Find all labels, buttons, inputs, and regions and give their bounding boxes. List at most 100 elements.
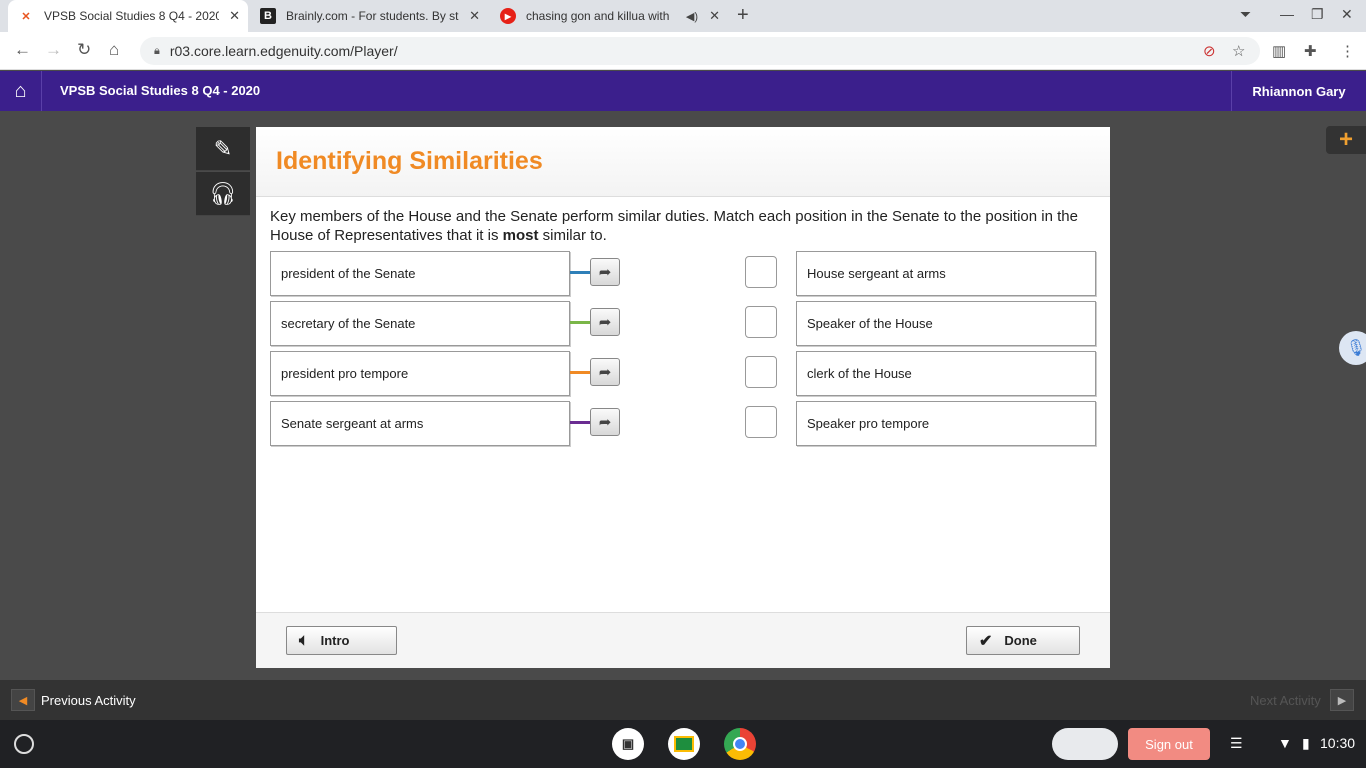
close-tab-icon[interactable]: ✕: [709, 8, 720, 24]
address-bar[interactable]: 🔒︎ r03.core.learn.edgenuity.com/Player/: [140, 37, 1260, 65]
match-connector: [570, 271, 590, 274]
tab-vpsb-social-studies[interactable]: ✕ VPSB Social Studies 8 Q4 - 2020 ✕: [8, 0, 248, 32]
os-shelf: ▣ Sign out ☰ ▼ ▮ 10:30: [0, 720, 1366, 768]
match-connector: [570, 421, 590, 424]
match-arrow-button[interactable]: ➦: [590, 258, 620, 286]
screen-capture-app-icon[interactable]: ▣: [612, 728, 644, 760]
house-item-sergeant-at-arms[interactable]: House sergeant at arms: [796, 251, 1096, 296]
curved-arrow-icon: ➦: [598, 414, 612, 431]
expand-tools-button[interactable]: +: [1326, 126, 1366, 154]
battery-icon[interactable]: ▮: [1302, 735, 1310, 752]
headphones-icon: 🎧︎: [209, 180, 237, 206]
match-connector: [570, 371, 590, 374]
minimize-icon[interactable]: —: [1280, 6, 1294, 22]
match-target-checkbox[interactable]: [745, 406, 777, 438]
reload-icon[interactable]: ↻: [77, 40, 91, 60]
youtube-icon: ▶: [500, 8, 516, 24]
plus-icon: +: [1338, 126, 1353, 153]
extensions-icon[interactable]: ✚: [1304, 42, 1317, 60]
tab-title: chasing gon and killua with: [526, 9, 670, 23]
tab-title: VPSB Social Studies 8 Q4 - 2020: [44, 9, 219, 23]
wifi-icon[interactable]: ▼: [1278, 735, 1292, 751]
senate-item-president[interactable]: president of the Senate: [270, 251, 570, 296]
google-classroom-icon[interactable]: [668, 728, 700, 760]
match-connector: [570, 321, 590, 324]
url-text: r03.core.learn.edgenuity.com/Player/: [169, 43, 398, 59]
curved-arrow-icon: ➦: [598, 264, 612, 281]
close-tab-icon[interactable]: ✕: [229, 8, 240, 24]
forward-icon[interactable]: →: [45, 40, 62, 60]
close-tab-icon[interactable]: ✕: [469, 8, 480, 24]
tab-brainly[interactable]: B Brainly.com - For students. By st ✕: [250, 0, 488, 32]
browser-toolbar: ← → ↻ ⌂ 🔒︎ r03.core.learn.edgenuity.com/…: [0, 32, 1366, 70]
browser-tab-strip: ✕ VPSB Social Studies 8 Q4 - 2020 ✕ B Br…: [0, 0, 1366, 32]
activity-nav-bar: ◀ Previous Activity Next Activity ▶: [0, 680, 1366, 720]
home-icon: ⌂: [14, 79, 27, 102]
done-button[interactable]: ✔ Done: [966, 626, 1080, 655]
right-triangle-icon: ▶: [1337, 694, 1347, 707]
match-arrow-button[interactable]: ➦: [590, 308, 620, 336]
activity-panel: Identifying Similarities Key members of …: [256, 127, 1110, 668]
match-target-checkbox[interactable]: [745, 256, 777, 288]
senate-item-president-pro-tempore[interactable]: president pro tempore: [270, 351, 570, 396]
left-triangle-icon: ◀: [18, 694, 28, 707]
clipboard-icon[interactable]: ☰: [1230, 735, 1243, 752]
next-activity-label[interactable]: Next Activity: [1250, 693, 1321, 708]
activity-title: Identifying Similarities: [276, 147, 543, 175]
previous-activity-button[interactable]: ◀: [11, 689, 35, 711]
house-item-speaker[interactable]: Speaker of the House: [796, 301, 1096, 346]
microphone-icon: 🎙︎: [1345, 340, 1366, 357]
close-window-icon[interactable]: ✕: [1341, 6, 1353, 23]
curved-arrow-icon: ➦: [598, 314, 612, 331]
tab-youtube[interactable]: ▶ chasing gon and killua with ◀) ✕: [490, 0, 728, 32]
sign-out-button[interactable]: Sign out: [1128, 728, 1210, 760]
window-preview-thumbnail[interactable]: [1052, 728, 1118, 760]
audio-playing-icon[interactable]: ◀): [686, 10, 698, 23]
blocked-notification-icon[interactable]: ⊘: [1203, 42, 1216, 60]
house-item-label: Speaker of the House: [807, 316, 933, 331]
house-item-label: House sergeant at arms: [807, 266, 946, 281]
tab-search-icon[interactable]: ⏷: [1240, 6, 1251, 23]
chrome-icon[interactable]: [724, 728, 756, 760]
house-item-speaker-pro-tempore[interactable]: Speaker pro tempore: [796, 401, 1096, 446]
done-label: Done: [1004, 633, 1037, 648]
menu-icon[interactable]: ⋮: [1340, 42, 1355, 60]
intro-button[interactable]: 🔈︎ Intro: [286, 626, 397, 655]
match-target-checkbox[interactable]: [745, 356, 777, 388]
pencil-icon: ✎: [213, 135, 233, 161]
voice-input-button[interactable]: 🎙︎: [1339, 331, 1366, 365]
curved-arrow-icon: ➦: [598, 364, 612, 381]
house-item-label: Speaker pro tempore: [807, 416, 930, 431]
back-icon[interactable]: ←: [14, 40, 31, 60]
audio-tool-button[interactable]: 🎧︎: [196, 172, 250, 216]
restore-icon[interactable]: ❐: [1311, 6, 1324, 23]
senate-item-label: Senate sergeant at arms: [281, 416, 424, 431]
launcher-icon[interactable]: [14, 734, 34, 754]
new-tab-icon[interactable]: +: [737, 4, 749, 27]
senate-item-label: president of the Senate: [281, 266, 416, 281]
reading-mode-icon[interactable]: ▥: [1272, 42, 1286, 60]
senate-item-secretary[interactable]: secretary of the Senate: [270, 301, 570, 346]
house-item-clerk[interactable]: clerk of the House: [796, 351, 1096, 396]
user-name: Rhiannon Gary: [1252, 83, 1346, 99]
previous-activity-label[interactable]: Previous Activity: [41, 693, 136, 708]
course-title: VPSB Social Studies 8 Q4 - 2020: [60, 83, 261, 98]
course-home-button[interactable]: ⌂: [0, 71, 42, 111]
pencil-tool-button[interactable]: ✎: [196, 127, 250, 171]
house-item-label: clerk of the House: [807, 366, 912, 381]
intro-label: Intro: [320, 633, 350, 648]
checkmark-icon: ✔: [979, 632, 993, 650]
match-arrow-button[interactable]: ➦: [590, 358, 620, 386]
course-header: ⌂ VPSB Social Studies 8 Q4 - 2020 Rhiann…: [0, 71, 1366, 111]
home-icon[interactable]: ⌂: [109, 40, 119, 60]
clock[interactable]: 10:30: [1320, 735, 1355, 751]
match-target-checkbox[interactable]: [745, 306, 777, 338]
user-menu[interactable]: Rhiannon Gary: [1231, 71, 1366, 111]
speaker-icon: 🔈︎: [299, 631, 309, 649]
senate-item-sergeant-at-arms[interactable]: Senate sergeant at arms: [270, 401, 570, 446]
activity-footer: 🔈︎ Intro ✔ Done: [256, 612, 1110, 668]
brainly-icon: B: [260, 8, 276, 24]
bookmark-star-icon[interactable]: ☆: [1232, 42, 1245, 60]
match-arrow-button[interactable]: ➦: [590, 408, 620, 436]
next-activity-button[interactable]: ▶: [1330, 689, 1354, 711]
